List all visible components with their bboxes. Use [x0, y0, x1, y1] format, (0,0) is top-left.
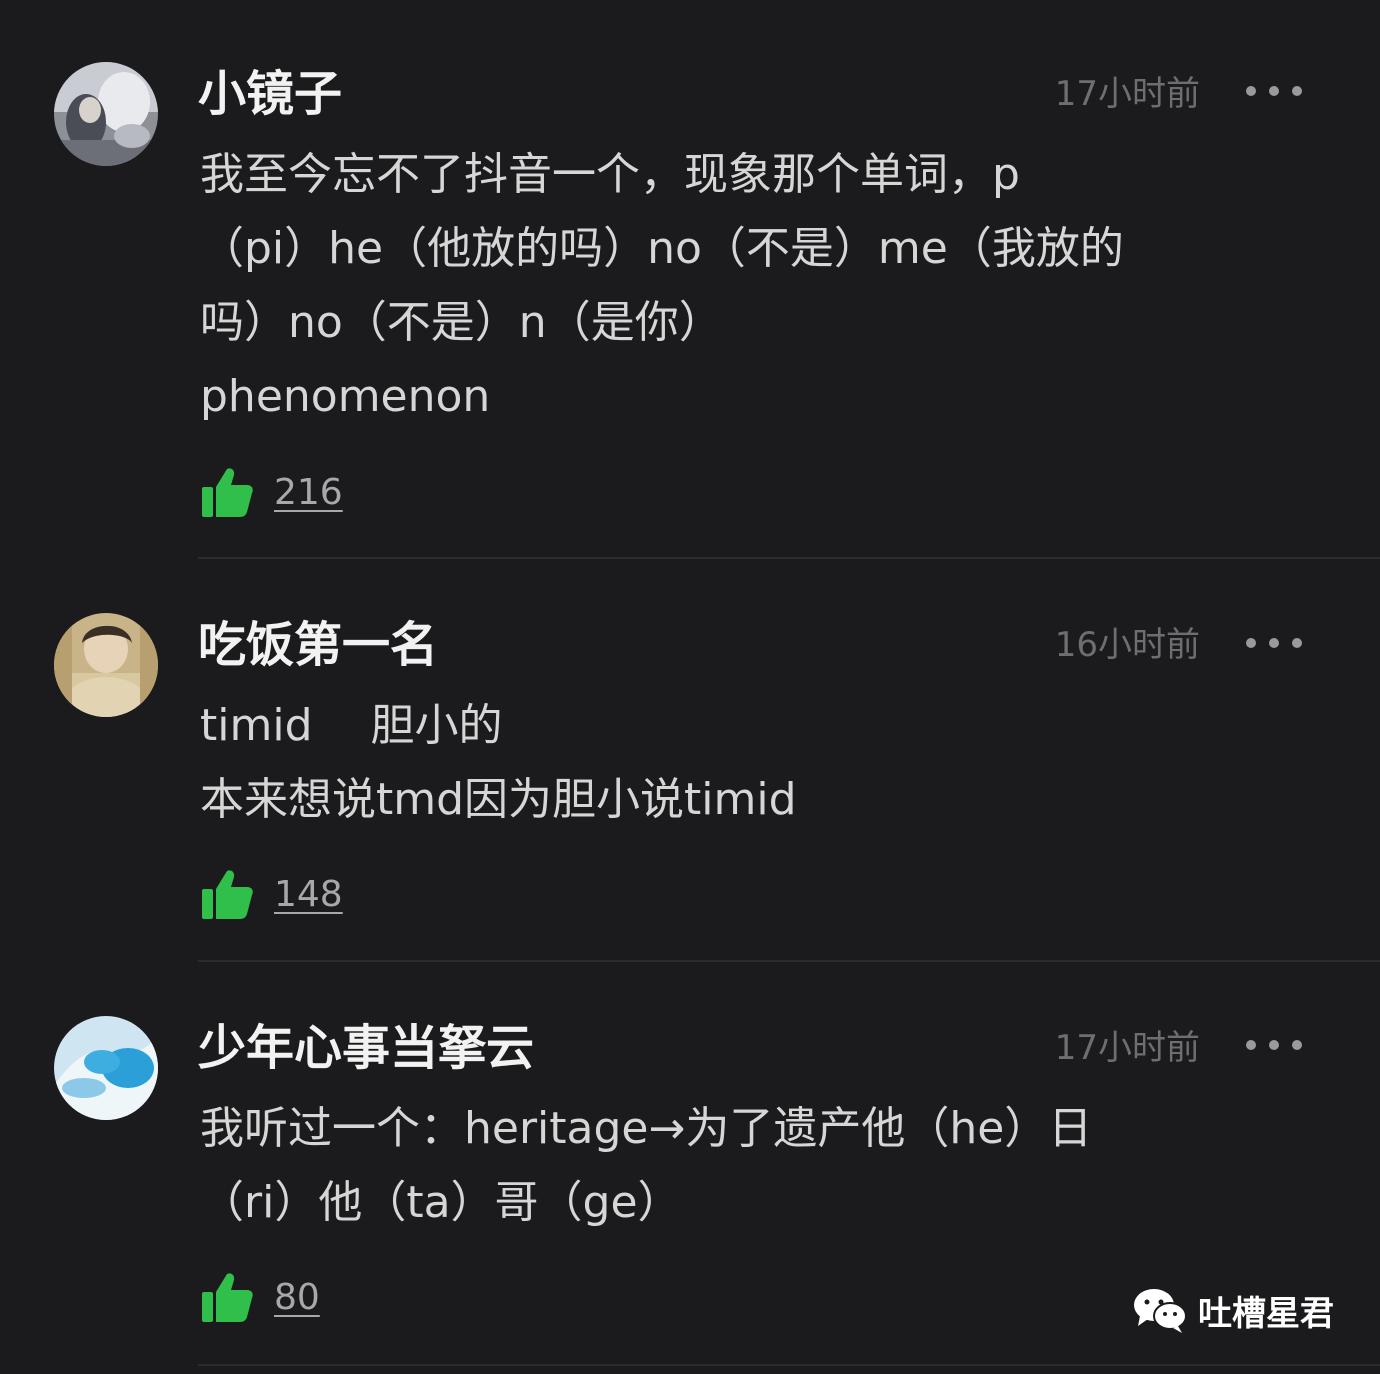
comment-line: 吗）no（不是）n（是你）: [200, 297, 723, 348]
like-area: 80: [200, 1269, 320, 1325]
like-count[interactable]: 148: [274, 874, 343, 915]
thumbs-up-icon[interactable]: [200, 1270, 254, 1324]
like-count[interactable]: 80: [274, 1277, 320, 1318]
like-area: 148: [200, 866, 343, 922]
timestamp: 17小时前: [1054, 1028, 1200, 1068]
comment-line: phenomenon: [200, 371, 491, 422]
comment-line: 本来想说tmd因为胆小说timid: [200, 774, 797, 825]
avatar[interactable]: [54, 62, 158, 166]
comment-line: 我至今忘不了抖音一个，现象那个单词，p: [200, 149, 1020, 200]
watermark: 吐槽星君: [1132, 1282, 1334, 1338]
wechat-icon: [1134, 1289, 1187, 1333]
like-count[interactable]: 216: [274, 472, 343, 513]
thumbs-up-icon[interactable]: [200, 465, 254, 519]
comment-text: 我听过一个：heritage→为了遗产他（he）日 （ri）他（ta）哥（ge）: [200, 1092, 1310, 1240]
more-dot-icon: [1246, 1040, 1256, 1050]
username[interactable]: 小镜子: [198, 64, 342, 124]
thumbs-up-icon[interactable]: [200, 867, 254, 921]
more-dot-icon: [1292, 1040, 1302, 1050]
username[interactable]: 少年心事当拏云: [198, 1018, 534, 1078]
comment-line: timid 胆小的: [200, 700, 503, 751]
comment-line: 我听过一个：heritage→为了遗产他（he）日: [200, 1103, 1093, 1154]
divider: [198, 960, 1380, 962]
more-dot-icon: [1292, 86, 1302, 96]
like-area: 216: [200, 464, 343, 520]
more-options-button[interactable]: [1246, 637, 1302, 649]
divider: [198, 1364, 1380, 1366]
watermark-text: 吐槽星君: [1198, 1293, 1334, 1334]
avatar[interactable]: [54, 613, 158, 717]
more-dot-icon: [1269, 86, 1279, 96]
timestamp: 17小时前: [1054, 74, 1200, 114]
more-options-button[interactable]: [1246, 85, 1302, 97]
more-dot-icon: [1269, 638, 1279, 648]
comment-text: 我至今忘不了抖音一个，现象那个单词，p （pi）he（他放的吗）no（不是）me…: [200, 138, 1310, 434]
timestamp: 16小时前: [1054, 625, 1200, 665]
username[interactable]: 吃饭第一名: [198, 615, 438, 675]
more-options-button[interactable]: [1246, 1039, 1302, 1051]
more-dot-icon: [1292, 638, 1302, 648]
more-dot-icon: [1269, 1040, 1279, 1050]
divider: [198, 557, 1380, 559]
avatar[interactable]: [54, 1016, 158, 1120]
comment-line: （pi）he（他放的吗）no（不是）me（我放的: [200, 223, 1124, 274]
comment-text: timid 胆小的 本来想说tmd因为胆小说timid: [200, 689, 1310, 837]
more-dot-icon: [1246, 86, 1256, 96]
more-dot-icon: [1246, 638, 1256, 648]
comment-line: （ri）他（ta）哥（ge）: [200, 1177, 682, 1228]
